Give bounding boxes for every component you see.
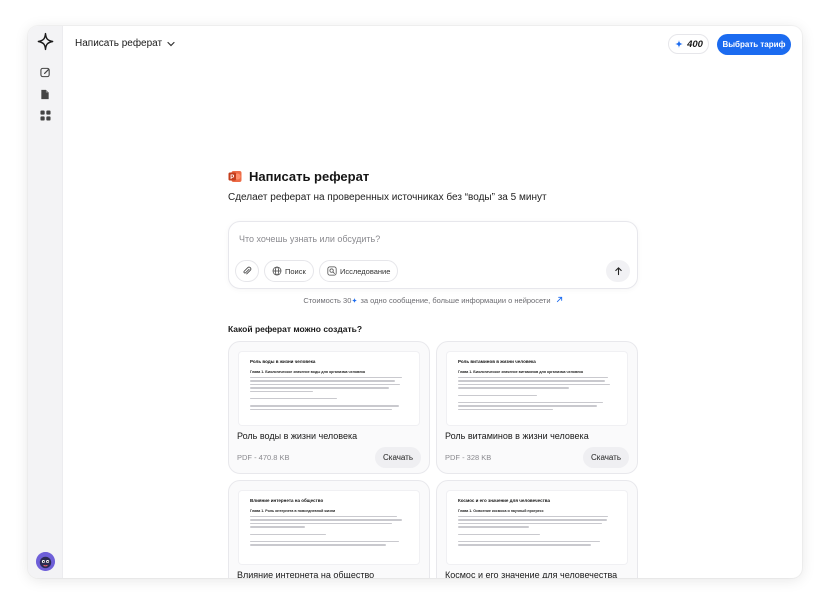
sparkle-credits-icon [675,39,683,49]
cost-info: Стоимость 30 за одно сообщение, больше и… [228,296,638,305]
preview-title: Космос и его значение для человечества [458,498,551,503]
send-button[interactable] [606,260,630,282]
research-icon [327,266,337,276]
preview-chapter: Глава 1. Роль интернета в повседневной ж… [250,509,336,513]
download-button[interactable]: Скачать [583,447,629,468]
search-toggle-label: Поиск [285,266,306,276]
globe-icon [272,266,282,276]
cost-suffix: за одно сообщение, больше информации о н… [360,296,551,305]
document-preview: Роль витаминов в жизни человека Глава 1.… [447,352,627,425]
mode-dropdown-label: Написать реферат [75,38,163,49]
research-toggle-label: Исследование [340,266,391,276]
document-preview: Роль воды в жизни человека Глава 1. Биол… [239,352,419,425]
credits-count: 400 [687,38,703,50]
arrow-up-icon [614,267,622,276]
document-preview: Влияние интернета на общество Глава 1. Р… [239,491,419,564]
file-meta: PDF - 328 KB [445,453,492,462]
svg-text:P: P [230,175,234,181]
examples-section-title: Какой реферат можно создать? [228,324,363,334]
credits-badge[interactable]: 400 [668,34,709,54]
card-title: Космос и его значение для человечества [445,570,618,578]
prompt-input[interactable] [239,231,619,247]
mode-dropdown[interactable]: Написать реферат [75,38,175,49]
sparkle-logo-icon[interactable] [36,32,55,51]
preview-chapter: Глава 1. Освоение космоса и научный прог… [458,509,544,513]
page-heading: P Написать реферат [228,169,369,184]
search-toggle-button[interactable]: Поиск [264,260,314,282]
app-window: Написать реферат 400 Выбрать тариф P Нап… [28,26,802,578]
preview-title: Роль витаминов в жизни человека [458,359,536,364]
example-card[interactable]: Роль витаминов в жизни человека Глава 1.… [436,341,638,474]
page-subtitle: Сделает реферат на проверенных источника… [228,192,547,203]
download-button[interactable]: Скачать [375,447,421,468]
card-title: Влияние интернета на общество [237,570,375,578]
cost-prefix: Стоимость [303,296,341,305]
card-title: Роль витаминов в жизни человека [445,431,589,441]
sparkle-cost-icon [352,297,358,303]
preview-title: Влияние интернета на общество [250,498,324,503]
preview-chapter: Глава 1. Биологическое значение воды для… [250,370,365,374]
example-card[interactable]: Космос и его значение для человечества Г… [436,480,638,578]
example-card[interactable]: Влияние интернета на общество Глава 1. Р… [228,480,430,578]
top-bar: Написать реферат 400 Выбрать тариф [63,26,802,62]
external-link-arrow-icon[interactable] [556,296,563,303]
choose-plan-button[interactable]: Выбрать тариф [717,34,791,55]
apps-grid-icon[interactable] [39,109,51,121]
attach-button[interactable] [235,260,259,282]
new-chat-icon[interactable] [39,66,51,78]
research-toggle-button[interactable]: Исследование [319,260,399,282]
cost-amount: 30 [343,296,352,305]
document-icon[interactable] [39,88,51,100]
avatar[interactable] [36,552,55,571]
powerpoint-icon: P [228,171,242,182]
prompt-box: Поиск Исследование [228,221,638,289]
example-card[interactable]: Роль воды в жизни человека Глава 1. Биол… [228,341,430,474]
preview-title: Роль воды в жизни человека [250,359,316,364]
paperclip-icon [243,266,252,275]
chevron-down-icon [167,41,175,46]
card-title: Роль воды в жизни человека [237,431,358,441]
file-meta: PDF - 470.8 KB [237,453,290,462]
document-preview: Космос и его значение для человечества Г… [447,491,627,564]
sidebar [28,26,63,578]
page-title: Написать реферат [249,169,370,184]
preview-chapter: Глава 1. Биологическое значение витамино… [458,370,583,374]
